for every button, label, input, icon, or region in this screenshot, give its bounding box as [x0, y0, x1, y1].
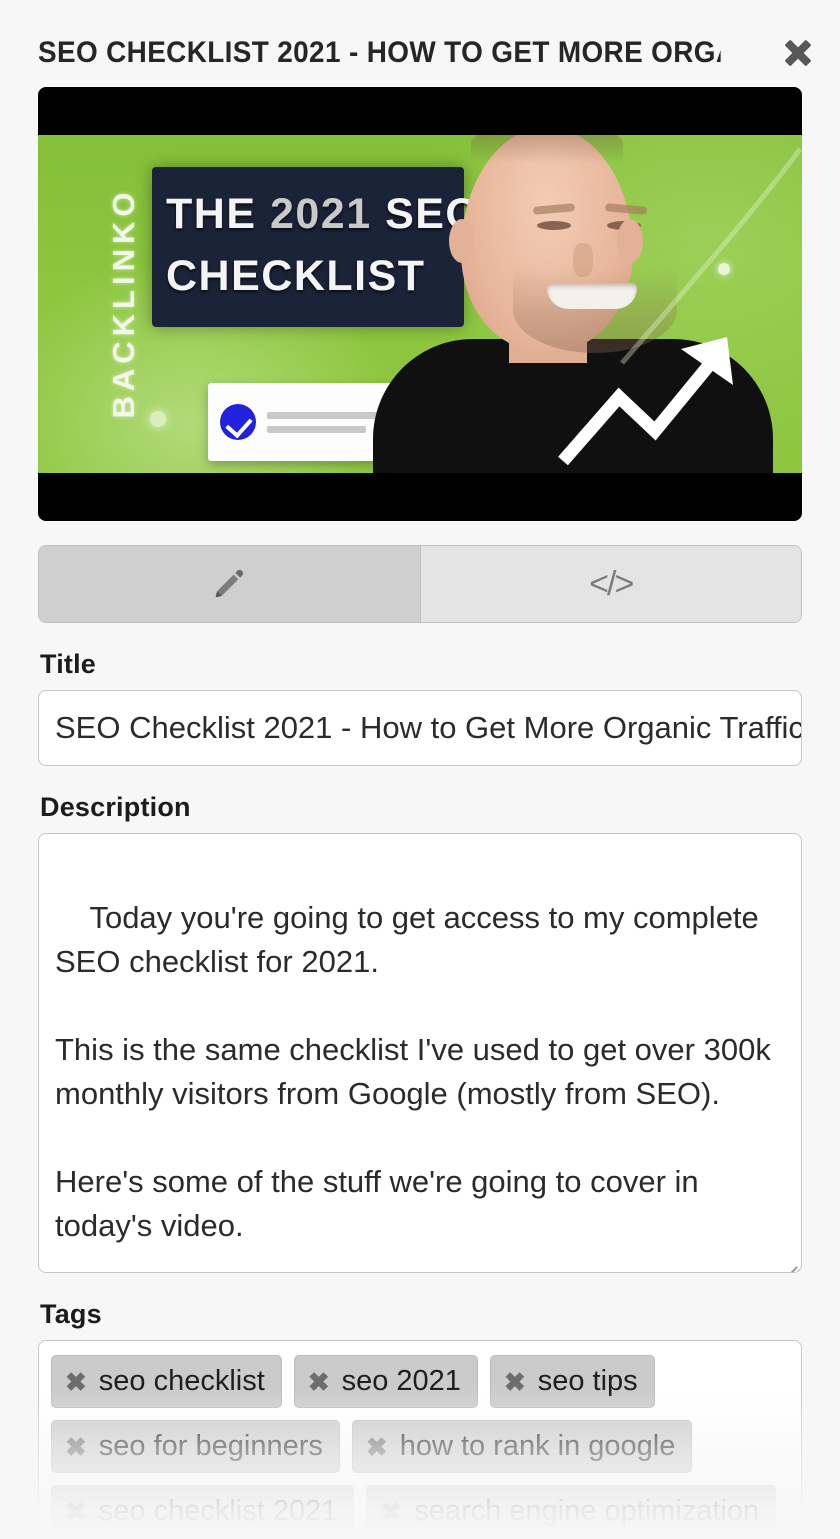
video-thumbnail[interactable]: BACKLINKO THE 2021 SEO CHECKLIST	[38, 87, 802, 521]
tags-label: Tags	[40, 1299, 102, 1329]
description-label: Description	[40, 792, 191, 822]
plaque-line-1: THE 2021 SEO	[166, 183, 479, 245]
light-dot-icon	[150, 411, 166, 427]
tag-chip[interactable]: ✖ search engine optimization	[366, 1485, 777, 1538]
tag-chip[interactable]: ✖ seo checklist 2021	[51, 1485, 355, 1538]
plaque-year: 2021	[269, 190, 372, 238]
tag-label: seo tips	[537, 1365, 638, 1397]
plaque-the: THE	[166, 190, 270, 238]
tag-chip[interactable]: ✖ seo checklist	[51, 1355, 282, 1408]
description-textarea[interactable]: Today you're going to get access to my c…	[38, 833, 802, 1273]
editor-mode-toggle[interactable]: </>	[38, 545, 802, 623]
tag-chip[interactable]: ✖ seo tips	[489, 1355, 655, 1408]
resize-handle[interactable]	[785, 1257, 797, 1269]
tag-label: search engine optimization	[414, 1495, 760, 1527]
tab-code-editor[interactable]: </>	[419, 546, 801, 622]
growth-arrow-icon	[551, 319, 786, 469]
ear-left	[449, 219, 475, 263]
title-input[interactable]: SEO Checklist 2021 - How to Get More Org…	[38, 690, 802, 766]
close-icon[interactable]	[778, 33, 818, 73]
tag-remove-icon[interactable]: ✖	[65, 1434, 87, 1460]
pencil-icon	[212, 567, 246, 601]
tag-remove-icon[interactable]: ✖	[65, 1499, 87, 1525]
modal-body: BACKLINKO THE 2021 SEO CHECKLIST </> Tit…	[0, 87, 840, 1539]
tag-label: seo 2021	[341, 1365, 461, 1397]
curve-dot-icon	[718, 263, 730, 275]
code-icon: </>	[589, 565, 634, 603]
plaque-line-2: CHECKLIST	[166, 252, 426, 300]
tag-remove-icon[interactable]: ✖	[380, 1499, 402, 1525]
tag-label: seo checklist	[98, 1365, 265, 1397]
thumbnail-scene: BACKLINKO THE 2021 SEO CHECKLIST	[38, 135, 802, 473]
tag-chip[interactable]: ✖ how to rank in google	[351, 1420, 693, 1473]
description-text: Today you're going to get access to my c…	[55, 900, 771, 1243]
page-title: SEO CHECKLIST 2021 - HOW TO GET MORE ORG…	[38, 36, 721, 69]
tags-input-container[interactable]: ✖ seo checklist ✖ seo 2021 ✖ seo tips ✖ seo for…	[38, 1340, 802, 1539]
modal-header: SEO CHECKLIST 2021 - HOW TO GET MORE ORG…	[0, 0, 840, 87]
tag-remove-icon[interactable]: ✖	[308, 1369, 330, 1395]
tag-remove-icon[interactable]: ✖	[366, 1434, 388, 1460]
tag-label: seo checklist 2021	[98, 1495, 338, 1527]
tag-label: how to rank in google	[399, 1430, 676, 1462]
tag-label: seo for beginners	[98, 1430, 323, 1462]
tag-remove-icon[interactable]: ✖	[504, 1369, 526, 1395]
title-label: Title	[40, 649, 97, 679]
brand-wordmark: BACKLINKO	[106, 187, 141, 419]
tab-visual-editor[interactable]	[39, 546, 420, 622]
check-circle-icon	[220, 404, 256, 440]
tag-remove-icon[interactable]: ✖	[65, 1369, 87, 1395]
tag-chip[interactable]: ✖ seo 2021	[293, 1355, 478, 1408]
tag-chip[interactable]: ✖ seo for beginners	[51, 1420, 340, 1473]
